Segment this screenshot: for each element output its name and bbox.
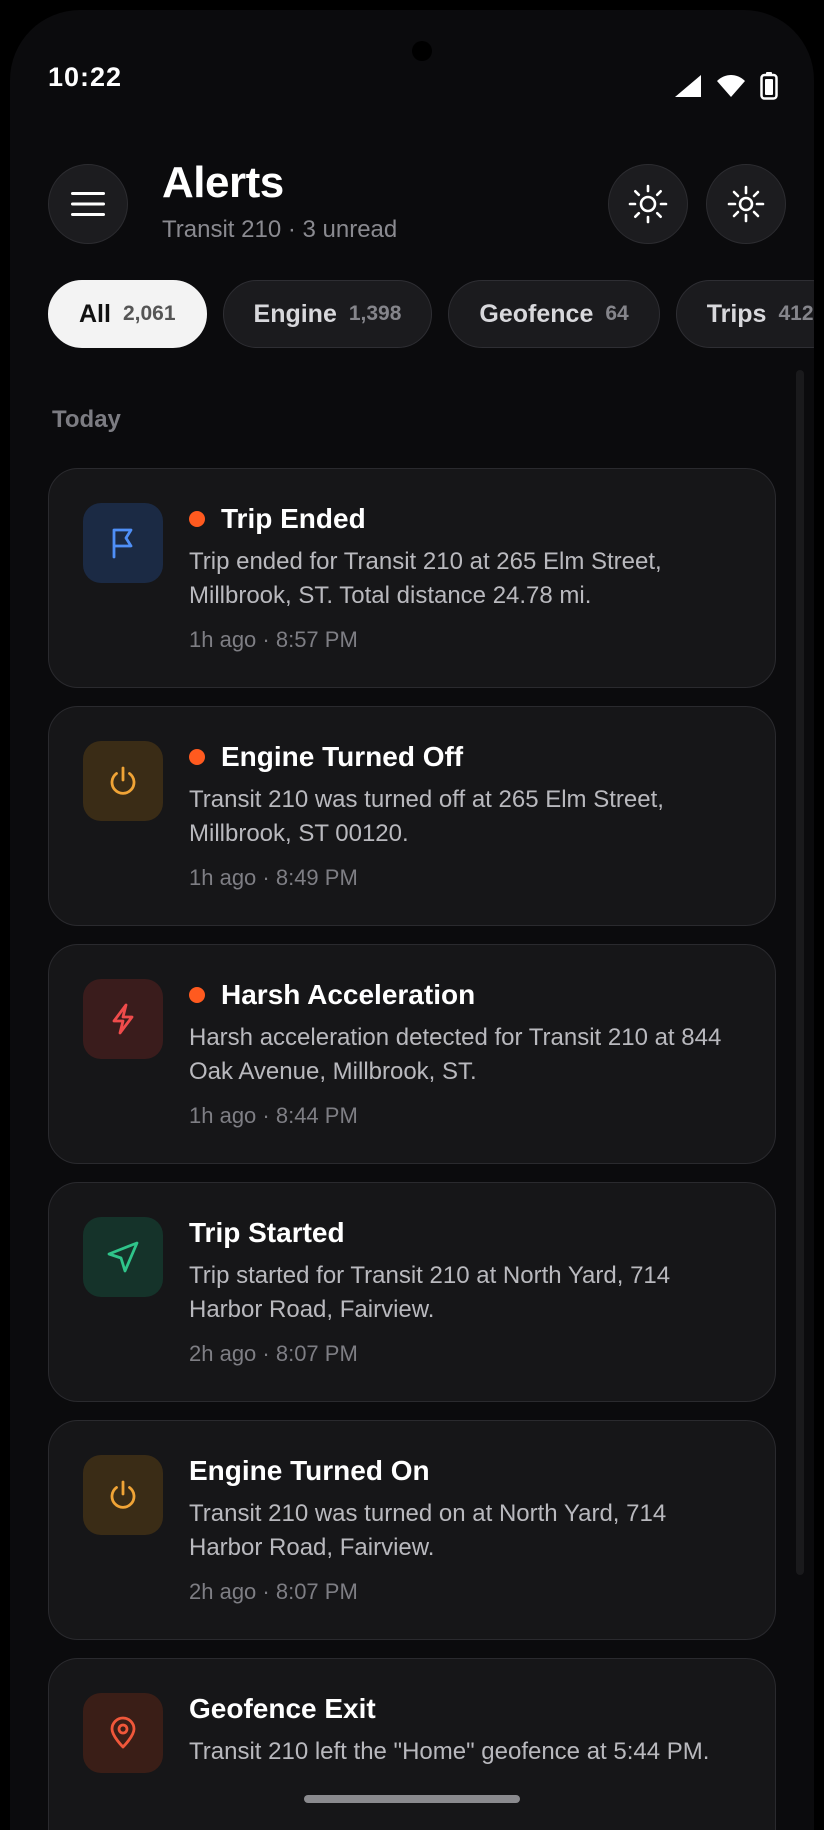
theme-toggle-button[interactable] [608,164,688,244]
alert-title-row: Harsh Acceleration [189,977,735,1013]
alert-title: Harsh Acceleration [221,979,476,1010]
alert-description: Transit 210 was turned off at 265 Elm St… [189,786,664,847]
page-subtitle: Transit 210 · 3 unread [162,216,398,243]
filter-tabs: All 2,061 Engine 1,398 Geofence 64 Trips… [48,280,814,350]
alert-time: 1h ago · 8:57 PM [189,627,358,652]
alert-icon-tile [83,1455,163,1535]
alert-title: Geofence Exit [189,1693,376,1724]
alert-icon-tile [83,1217,163,1297]
alert-icon-tile [83,979,163,1059]
alert-title: Engine Turned Off [221,741,464,772]
alert-icon-tile [83,1693,163,1773]
tab-count: 1,398 [348,302,402,325]
menu-button[interactable] [48,164,128,244]
alert-title-row: Geofence Exit [189,1691,735,1727]
scrollbar[interactable] [796,370,804,1575]
alert-title-row: Engine Turned On [189,1453,735,1489]
alert-content: Geofence Exit Transit 210 left the "Home… [189,1691,735,1769]
signal-icon [675,75,701,97]
title-group: Alerts Transit 210 · 3 unread [162,158,397,244]
alert-content: Engine Turned Off Transit 210 was turned… [189,739,735,891]
alert-description: Trip started for Transit 210 at North Ya… [189,1262,671,1323]
navigation-arrow-icon [107,1241,139,1273]
flag-icon [112,528,133,559]
battery-icon [760,72,778,100]
lightning-icon [112,1003,134,1035]
status-icons [674,72,778,100]
alert-time: 2h ago · 8:07 PM [189,1579,358,1604]
section-header-today: Today [52,406,121,433]
tab-label: Geofence [479,299,594,328]
alert-content: Trip Ended Trip ended for Transit 210 at… [189,501,735,653]
page-title: Alerts [162,158,284,207]
alert-content: Harsh Acceleration Harsh acceleration de… [189,977,735,1129]
alert-time: 1h ago · 8:44 PM [189,1103,358,1128]
alert-title: Engine Turned On [189,1455,430,1486]
alert-card[interactable]: Harsh Acceleration Harsh acceleration de… [48,944,776,1164]
alert-title: Trip Ended [221,503,366,534]
unread-dot [189,987,205,1003]
unread-dot [189,749,205,765]
alert-description: Transit 210 was turned on at North Yard,… [189,1500,667,1561]
tab-engine[interactable]: Engine 1,398 [222,280,433,348]
settings-button[interactable] [706,164,786,244]
alert-card[interactable]: Engine Turned Off Transit 210 was turned… [48,706,776,926]
alert-time: 2h ago · 8:07 PM [189,1341,358,1366]
tab-label: Trips [706,299,767,328]
tab-label: Engine [253,299,337,328]
alert-icon-tile [83,741,163,821]
alert-content: Engine Turned On Transit 210 was turned … [189,1453,735,1605]
alert-description: Harsh acceleration detected for Transit … [189,1024,722,1085]
alert-content: Trip Started Trip started for Transit 21… [189,1215,735,1367]
alert-description: Trip ended for Transit 210 at 265 Elm St… [189,548,662,609]
wifi-icon [717,75,745,97]
power-icon [110,766,136,795]
tab-count: 412 [778,302,814,325]
alert-title-row: Engine Turned Off [189,739,735,775]
alert-title: Trip Started [189,1217,345,1248]
phone-frame: 10:22 Alerts Transit 210 · 3 unread All … [0,0,824,1830]
tab-count: 64 [605,302,629,325]
tab-count: 2,061 [122,302,176,325]
screen: 10:22 Alerts Transit 210 · 3 unread All … [10,10,814,1830]
status-time: 10:22 [48,62,123,92]
alert-card[interactable]: Trip Ended Trip ended for Transit 210 at… [48,468,776,688]
alert-icon-tile [83,503,163,583]
alert-title-row: Trip Ended [189,501,735,537]
sun-icon [628,184,668,224]
filter-tabs-scroller[interactable]: All 2,061 Engine 1,398 Geofence 64 Trips… [48,276,814,354]
alert-description: Transit 210 left the "Home" geofence at … [189,1738,710,1765]
tab-trips[interactable]: Trips 412 [675,280,814,348]
unread-dot [189,511,205,527]
alert-card[interactable]: Engine Turned On Transit 210 was turned … [48,1420,776,1640]
map-pin-icon [110,1716,136,1749]
power-icon [110,1480,136,1509]
status-bar: 10:22 [10,10,814,120]
tab-all[interactable]: All 2,061 [48,280,207,348]
alert-card[interactable]: Trip Started Trip started for Transit 21… [48,1182,776,1402]
header: Alerts Transit 210 · 3 unread [48,152,786,244]
hamburger-menu-icon [71,192,105,216]
gear-icon [727,185,765,223]
tab-geofence[interactable]: Geofence 64 [448,280,660,348]
home-indicator[interactable] [304,1795,520,1803]
tab-label: All [79,299,111,328]
alert-card[interactable]: Geofence Exit Transit 210 left the "Home… [48,1658,776,1830]
alert-title-row: Trip Started [189,1215,735,1251]
alert-time: 1h ago · 8:49 PM [189,865,358,890]
